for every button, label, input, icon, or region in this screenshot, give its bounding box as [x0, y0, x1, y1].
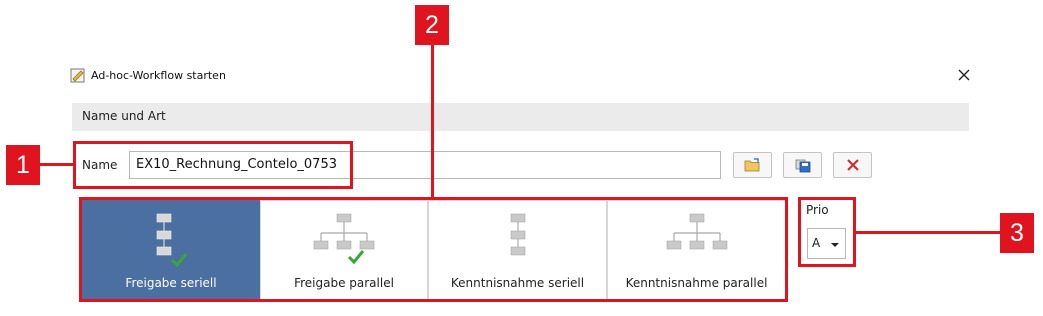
- callout-badge-3: 3: [1000, 213, 1034, 253]
- open-folder-button[interactable]: [733, 152, 772, 178]
- callout-line-1: [40, 163, 73, 166]
- delete-button[interactable]: [833, 152, 872, 178]
- workflow-start-icon: [70, 68, 85, 83]
- callout-box-name: [73, 141, 353, 189]
- red-x-icon: [846, 159, 859, 171]
- save-icon: [795, 159, 810, 173]
- callout-line-3: [856, 231, 1000, 234]
- dialog-title: Ad-hoc-Workflow starten: [91, 69, 226, 82]
- open-folder-icon: [744, 158, 759, 172]
- callout-badge-1: 1: [6, 145, 40, 185]
- section-header: [72, 103, 969, 131]
- callout-badge-2: 2: [415, 5, 449, 45]
- callout-line-2: [431, 45, 434, 197]
- callout-box-priority: [798, 197, 856, 267]
- section-title: Name und Art: [82, 109, 166, 123]
- save-button[interactable]: [783, 152, 822, 178]
- close-icon[interactable]: [957, 68, 971, 82]
- callout-box-workflow-types: [79, 197, 788, 302]
